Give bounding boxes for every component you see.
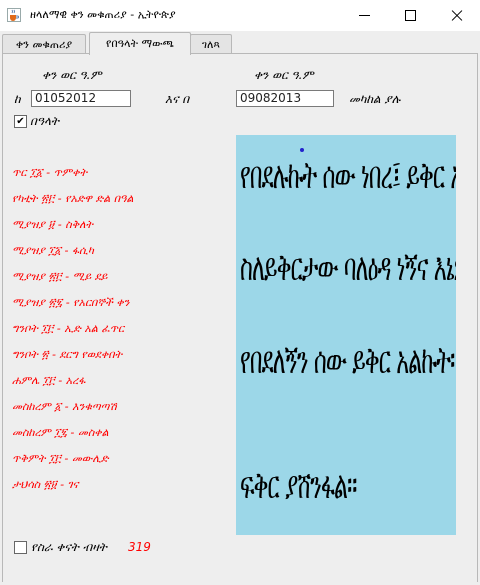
quote-line: ስለይቅርታው ባለዕዳ ነኝና እኔም xyxy=(240,245,456,290)
java-cup-icon xyxy=(7,8,21,22)
from-label: ከ xyxy=(14,92,21,106)
quote-line: የበደለኝን ሰው ይቅር አልኩት። xyxy=(240,338,456,383)
tab-calendar[interactable]: ቀን መቁጠሪያ xyxy=(2,34,86,54)
quote-line: ፍቅር ያሸንፋል። xyxy=(240,463,357,508)
holiday-item: ሚያዝያ ፳፯ - የአርበኞች ቀን xyxy=(12,296,130,309)
holiday-item: ግንቦት ፳ - ደርግ የወደቀበት xyxy=(12,348,123,361)
holiday-item: ግንቦት ፲፫ - ኢድ አል ፈጥር xyxy=(12,322,125,335)
window-title: ዘላለማዊ ቀን መቁጠሪያ - ኢትዮጵያ xyxy=(30,8,176,21)
from-date-input[interactable] xyxy=(31,90,131,107)
title-bar: ዘላለማዊ ቀን መቁጠሪያ - ኢትዮጵያ xyxy=(0,0,480,31)
quote-panel: የበደሉኩት ሰው ነበረ፤ ይቅር አለኝ። ስለይቅርታው ባለዕዳ ነኝና… xyxy=(236,135,456,535)
holiday-item: ሐምሌ ፲፫ - አረፋ xyxy=(12,374,86,387)
tab-description[interactable]: ገለጻ xyxy=(190,34,232,54)
quote-line: የበደሉኩት ሰው ነበረ፤ ይቅር አለኝ። xyxy=(240,153,456,198)
minimize-icon[interactable] xyxy=(347,0,381,31)
holiday-item: መስከረም ፲፯ - መስቀል xyxy=(12,426,109,439)
tab-strip: ቀን መቁጠሪያ የበዓላት ማውጫ ገለጻ xyxy=(2,32,478,55)
tab-holiday-index[interactable]: የበዓላት ማውጫ xyxy=(89,32,191,55)
to-date-format-label: ቀን ወር ዓ.ም xyxy=(254,68,314,82)
holiday-item: ሚያዝያ ፱ - ስቅለት xyxy=(12,218,93,231)
holiday-item: ጥቅምት ፲፫ - መውሊድ xyxy=(12,452,109,465)
holiday-item: የካቲት ፳፫ - የአድዋ ድል በዓል xyxy=(12,192,134,205)
holiday-item: ሚያዝያ ፲፩ - ፋሲካ xyxy=(12,244,94,257)
holiday-item: ጥር ፲፩ - ጥምቀት xyxy=(12,166,87,179)
workdays-checkbox[interactable] xyxy=(14,541,27,554)
window-content: ቀን መቁጠሪያ የበዓላት ማውጫ ገለጻ ቀን ወር ዓ.ም ቀን ወር ዓ… xyxy=(0,31,480,585)
and-to-label: እና በ xyxy=(165,92,190,106)
close-icon[interactable] xyxy=(440,0,474,31)
workdays-label: የስራ ቀናት ብዛት xyxy=(31,540,107,554)
workdays-count: 319 xyxy=(128,540,151,554)
holiday-item: መስከረም ፩ - እንቁጣጣሽ xyxy=(12,400,117,413)
holiday-item: ታህሳስ ፳፱ - ገና xyxy=(12,478,79,491)
holidays-checkbox-label: በዓላት xyxy=(30,114,60,128)
to-date-input[interactable] xyxy=(236,90,334,107)
from-date-format-label: ቀን ወር ዓ.ም xyxy=(42,68,102,82)
holiday-item: ሚያዝያ ፳፫ - ሚይ ደይ xyxy=(12,270,108,283)
indicator-dot xyxy=(300,148,304,152)
maximize-icon[interactable] xyxy=(393,0,427,31)
between-label: መካከል ያሉ xyxy=(349,92,401,106)
holidays-checkbox[interactable]: ✔ xyxy=(14,115,27,128)
